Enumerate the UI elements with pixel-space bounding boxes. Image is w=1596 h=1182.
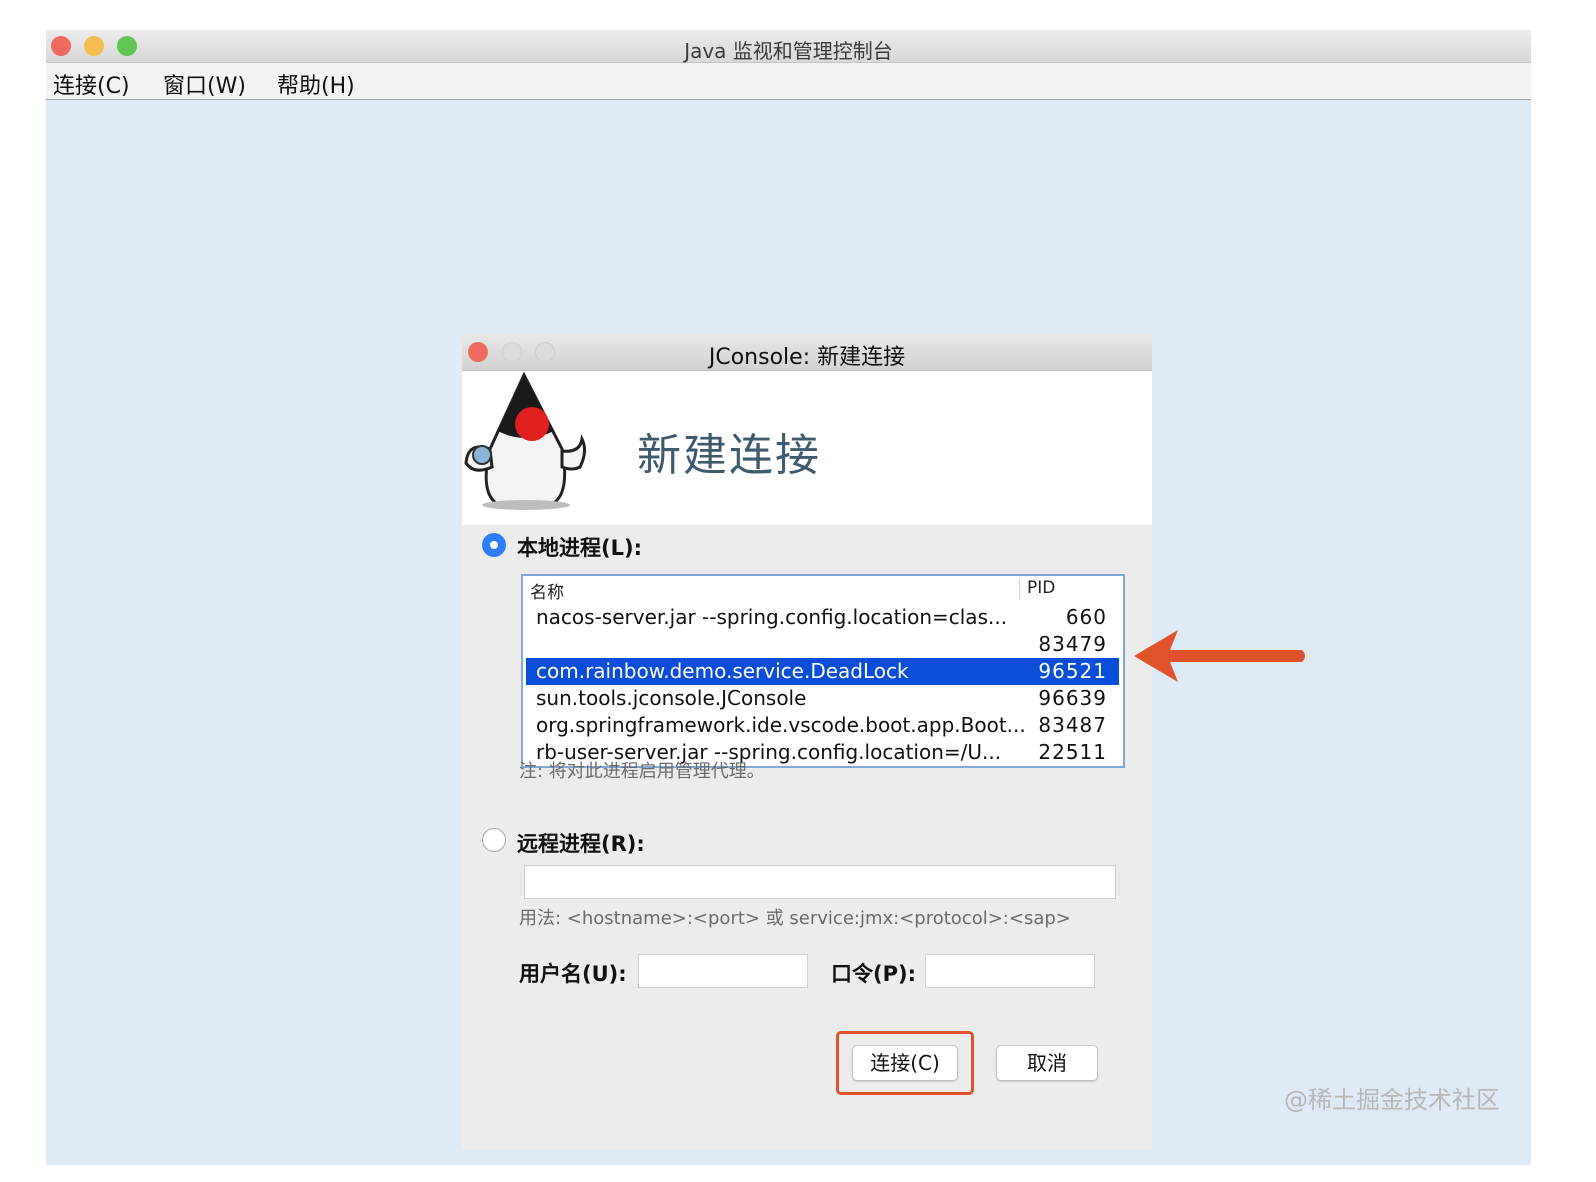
menu-connect[interactable]: 连接(C) — [53, 68, 130, 100]
table-row-selected[interactable]: com.rainbow.demo.service.DeadLock 96521 — [526, 658, 1119, 685]
annotation-arrow-icon — [1134, 630, 1305, 682]
process-pid: 96639 — [1038, 686, 1107, 710]
column-header-name[interactable]: 名称 — [530, 578, 564, 603]
local-process-label: 本地进程(L): — [517, 536, 642, 560]
process-name: sun.tools.jconsole.JConsole — [536, 686, 807, 710]
password-label: 口令(P): — [831, 962, 916, 986]
column-header-pid[interactable]: PID — [1027, 578, 1055, 598]
process-pid: 83479 — [1038, 632, 1107, 656]
process-pid: 660 — [1065, 605, 1107, 629]
process-table[interactable]: 名称 PID nacos-server.jar --spring.config.… — [521, 574, 1125, 768]
remote-process-radio[interactable] — [482, 828, 506, 852]
dialog-titlebar: JConsole: 新建连接 — [462, 334, 1152, 371]
table-row[interactable]: nacos-server.jar --spring.config.locatio… — [526, 604, 1119, 631]
username-field[interactable] — [638, 954, 808, 988]
process-name: nacos-server.jar --spring.config.locatio… — [536, 605, 1008, 629]
dialog-title: JConsole: 新建连接 — [708, 345, 906, 370]
watermark: @稀土掘金技术社区 — [1284, 1086, 1500, 1114]
duke-mascot-icon — [464, 371, 587, 510]
cancel-button[interactable]: 取消 — [996, 1045, 1098, 1081]
process-name: com.rainbow.demo.service.DeadLock — [536, 659, 909, 683]
process-pid: 22511 — [1038, 740, 1107, 764]
table-row[interactable]: 83479 — [526, 631, 1119, 658]
username-label: 用户名(U): — [519, 962, 627, 986]
menu-window[interactable]: 窗口(W) — [163, 68, 246, 100]
dialog-header: 新建连接 — [462, 371, 1152, 525]
process-pid: 83487 — [1038, 713, 1107, 737]
main-titlebar: Java 监视和管理控制台 — [46, 30, 1531, 63]
local-process-note: 注: 将对此进程启用管理代理。 — [519, 761, 765, 782]
local-process-radio[interactable] — [482, 533, 506, 557]
password-field[interactable] — [925, 954, 1095, 988]
process-name: org.springframework.ide.vscode.boot.app.… — [536, 713, 1026, 737]
remote-process-label: 远程进程(R): — [517, 832, 645, 856]
window-title: Java 监视和管理控制台 — [684, 39, 893, 63]
process-pid: 96521 — [1038, 659, 1107, 683]
new-connection-dialog: JConsole: 新建连接 新建连接 本地进程(L): 名称 PID naco… — [462, 334, 1152, 1149]
column-divider — [1019, 578, 1020, 600]
menu-bar: 连接(C) 窗口(W) 帮助(H) — [46, 63, 1531, 100]
header-title: 新建连接 — [637, 430, 821, 481]
connect-button[interactable]: 连接(C) — [852, 1045, 958, 1081]
table-row[interactable]: org.springframework.ide.vscode.boot.app.… — [526, 712, 1119, 739]
remote-usage-hint: 用法: <hostname>:<port> 或 service:jmx:<pro… — [519, 908, 1071, 929]
menu-help[interactable]: 帮助(H) — [277, 68, 355, 100]
table-row[interactable]: sun.tools.jconsole.JConsole 96639 — [526, 685, 1119, 712]
remote-address-input[interactable] — [524, 865, 1116, 899]
